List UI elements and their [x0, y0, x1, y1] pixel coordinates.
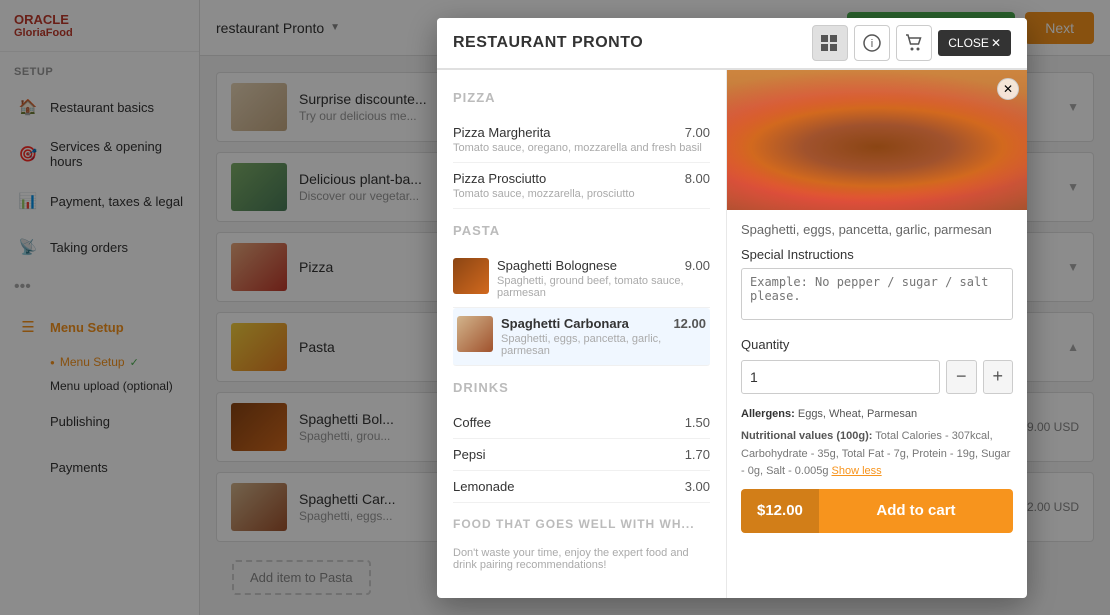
item-name: Pizza Margherita	[453, 125, 551, 140]
restaurant-pronto-modal: RESTAURANT PRONTO i	[437, 18, 1027, 598]
modal-detail-panel: ✕ Spaghetti, eggs, pancetta, garlic, par…	[727, 70, 1027, 598]
section-title-drinks: DRINKS	[453, 380, 710, 395]
quantity-minus-button[interactable]: −	[946, 360, 977, 394]
modal-header: RESTAURANT PRONTO i	[437, 18, 1027, 70]
close-button[interactable]: CLOSE ✕	[938, 30, 1011, 56]
menu-grid-icon	[821, 35, 839, 51]
food-image: ✕	[727, 70, 1027, 210]
item-desc: Tomato sauce, oregano, mozzarella and fr…	[453, 142, 710, 154]
detail-content: Spaghetti, eggs, pancetta, garlic, parme…	[727, 210, 1027, 545]
item-price: 1.50	[685, 415, 710, 430]
add-to-cart-button[interactable]: $12.00 Add to cart	[741, 489, 1013, 533]
cart-icon-button[interactable]	[896, 25, 932, 61]
menu-item-pepsi[interactable]: Pepsi 1.70	[453, 439, 710, 471]
item-desc: Spaghetti, ground beef, tomato sauce, pa…	[497, 275, 710, 299]
item-price: 8.00	[685, 171, 710, 186]
item-desc: Tomato sauce, mozzarella, prosciutto	[453, 188, 710, 200]
item-price: 12.00	[673, 316, 706, 331]
menu-item-coffee[interactable]: Coffee 1.50	[453, 407, 710, 439]
menu-icon-button[interactable]	[812, 25, 848, 61]
item-name: Pizza Prosciutto	[453, 171, 546, 186]
item-name: Lemonade	[453, 479, 514, 494]
section-title-pasta: PASTA	[453, 223, 710, 238]
item-desc: Spaghetti, eggs, pancetta, garlic, parme…	[501, 333, 706, 357]
item-info: Pizza Prosciutto 8.00 Tomato sauce, mozz…	[453, 171, 710, 200]
item-price: 1.70	[685, 447, 710, 462]
menu-item-pizza-prosciutto[interactable]: Pizza Prosciutto 8.00 Tomato sauce, mozz…	[453, 163, 710, 209]
detail-close-button[interactable]: ✕	[997, 78, 1019, 100]
item-name: Pepsi	[453, 447, 486, 462]
item-info: Coffee 1.50	[453, 415, 710, 430]
header-icons: i CLOSE ✕	[812, 25, 1011, 61]
item-price: 9.00	[685, 258, 710, 273]
food-img-inner	[727, 70, 1027, 210]
modal-menu-list: PIZZA Pizza Margherita 7.00 Tomato sauce…	[437, 70, 727, 598]
allergens-value: Eggs, Wheat, Parmesan	[798, 408, 917, 420]
show-less-link[interactable]: Show less	[832, 465, 882, 477]
item-info: Lemonade 3.00	[453, 479, 710, 494]
menu-item-spaghetti-carbonara[interactable]: Spaghetti Carbonara 12.00 Spaghetti, egg…	[453, 308, 710, 366]
section-title-pizza: PIZZA	[453, 90, 710, 105]
item-name: Spaghetti Carbonara	[501, 316, 629, 331]
item-info: Pizza Margherita 7.00 Tomato sauce, oreg…	[453, 125, 710, 154]
instructions-input[interactable]	[741, 268, 1013, 320]
allergens-info: Allergens: Eggs, Wheat, Parmesan	[741, 406, 1013, 423]
cart-add-label: Add to cart	[819, 502, 1013, 519]
menu-item-spaghetti-bolognese[interactable]: Spaghetti Bolognese 9.00 Spaghetti, grou…	[453, 250, 710, 308]
modal-body: PIZZA Pizza Margherita 7.00 Tomato sauce…	[437, 70, 1027, 598]
menu-item-lemonade[interactable]: Lemonade 3.00	[453, 471, 710, 503]
item-info: Spaghetti Bolognese 9.00 Spaghetti, grou…	[497, 258, 710, 299]
item-thumbnail	[457, 316, 493, 352]
item-price: 7.00	[685, 125, 710, 140]
section-title-food-pairing: FOOD THAT GOES WELL WITH WH...	[453, 517, 710, 531]
cart-price: $12.00	[741, 489, 819, 533]
quantity-plus-button[interactable]: +	[983, 360, 1014, 394]
food-pairing-desc: Don't waste your time, enjoy the expert …	[453, 543, 710, 575]
food-description: Spaghetti, eggs, pancetta, garlic, parme…	[741, 222, 1013, 237]
close-x-icon: ✕	[991, 36, 1001, 50]
item-price: 3.00	[685, 479, 710, 494]
svg-text:i: i	[871, 38, 873, 50]
nutrition-info: Nutritional values (100g): Total Calorie…	[741, 428, 1013, 481]
info-icon: i	[863, 34, 881, 52]
item-name: Spaghetti Bolognese	[497, 258, 617, 273]
quantity-input[interactable]	[741, 360, 940, 394]
quantity-row: − +	[741, 360, 1013, 394]
item-thumbnail	[453, 258, 489, 294]
item-info: Pepsi 1.70	[453, 447, 710, 462]
nutrition-label: Nutritional values (100g):	[741, 430, 872, 442]
cart-icon	[905, 34, 923, 52]
instructions-label: Special Instructions	[741, 247, 1013, 262]
quantity-label: Quantity	[741, 337, 1013, 352]
item-info: Spaghetti Carbonara 12.00 Spaghetti, egg…	[501, 316, 706, 357]
item-name: Coffee	[453, 415, 491, 430]
modal-title: RESTAURANT PRONTO	[453, 34, 643, 52]
allergens-label: Allergens:	[741, 408, 795, 420]
close-label: CLOSE	[948, 36, 989, 50]
info-icon-button[interactable]: i	[854, 25, 890, 61]
menu-item-pizza-margherita[interactable]: Pizza Margherita 7.00 Tomato sauce, oreg…	[453, 117, 710, 163]
